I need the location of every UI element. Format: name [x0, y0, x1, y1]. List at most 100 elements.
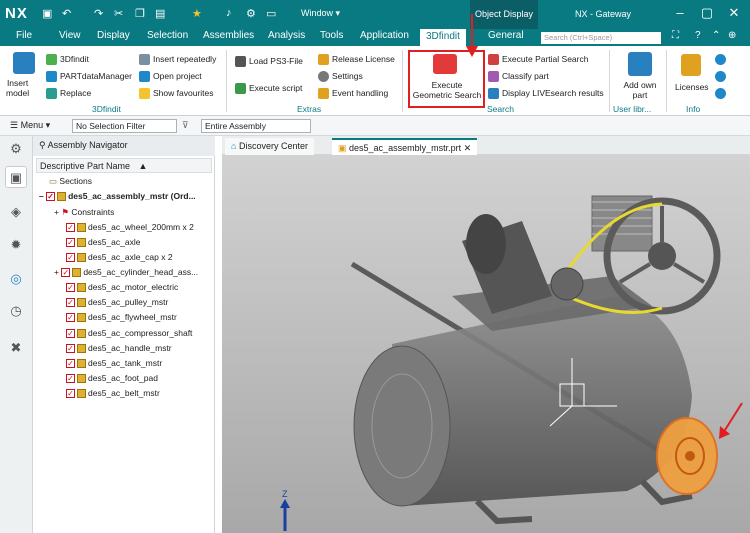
copy-icon[interactable]: ❐	[135, 7, 145, 20]
licenses-button[interactable]: Licenses	[675, 82, 709, 92]
partdatamanager-button[interactable]: PARTdataManager	[46, 71, 132, 83]
undo-icon[interactable]: ↶	[62, 7, 71, 20]
redo-icon[interactable]: ↷	[94, 7, 103, 20]
menu-button[interactable]: ☰ Menu ▾	[10, 120, 50, 131]
checkbox[interactable]: ✓	[66, 283, 75, 293]
tree-row-part[interactable]: ✓ des5_ac_pulley_mstr	[66, 297, 168, 312]
checkbox[interactable]: ✓	[66, 253, 75, 263]
info-icon[interactable]	[715, 54, 726, 65]
checkbox[interactable]: ✓	[61, 268, 71, 278]
tab-discovery-center[interactable]: ⌂ Discovery Center	[225, 138, 314, 155]
help-icon[interactable]: ?	[695, 30, 701, 41]
geometric-search-icon[interactable]	[433, 54, 457, 74]
menu-file[interactable]: File	[16, 30, 32, 41]
tab-assembly-part[interactable]: ▣ des5_ac_assembly_mstr.prt ✕	[332, 138, 478, 155]
menu-display[interactable]: Display	[97, 30, 130, 41]
classify-part-button[interactable]: Classify part	[488, 71, 549, 83]
star-icon[interactable]: ★	[192, 7, 202, 20]
checkbox[interactable]: ✓	[66, 313, 75, 323]
maximize-icon[interactable]: ▢	[697, 5, 717, 21]
threedfindit-button[interactable]: 3Dfindit	[46, 54, 89, 66]
tree-row-part[interactable]: ✓ des5_ac_tank_mstr	[66, 358, 162, 373]
tree-row-part[interactable]: ✓ des5_ac_axle_cap x 2	[66, 252, 173, 267]
execute-partial-search-button[interactable]: Execute Partial Search	[488, 54, 588, 66]
insert-repeatedly-button[interactable]: Insert repeatedly	[139, 54, 216, 66]
paste-icon[interactable]: ▤	[155, 7, 165, 20]
settings-icon[interactable]: ⚙	[246, 7, 256, 20]
constraint-navigator-icon[interactable]: ✹	[5, 234, 27, 256]
part-icon	[77, 253, 86, 263]
execute-script-button[interactable]: Execute script	[235, 83, 302, 95]
tree-row-part[interactable]: ✓ des5_ac_foot_pad	[66, 373, 158, 388]
menu-view[interactable]: View	[59, 30, 81, 41]
part-navigator-icon[interactable]: ◈	[5, 201, 27, 223]
load-ps3-button[interactable]: Load PS3-File	[235, 56, 303, 68]
menu-application[interactable]: Application	[360, 30, 409, 41]
open-project-button[interactable]: Open project	[139, 71, 202, 83]
expand-icon[interactable]: ⌃	[712, 30, 720, 41]
display-livesearch-button[interactable]: Display LIVEsearch results	[488, 88, 604, 100]
minimize-icon[interactable]: –	[670, 5, 690, 20]
replace-button[interactable]: Replace	[46, 88, 91, 100]
tree-row-part[interactable]: ✓ des5_ac_handle_mstr	[66, 343, 172, 358]
command-search-input[interactable]: Search (Ctrl+Space)	[541, 32, 661, 44]
close-icon[interactable]: ✕	[464, 143, 472, 153]
menu-assemblies[interactable]: Assemblies	[203, 30, 254, 41]
checkbox[interactable]: ✓	[66, 344, 75, 354]
add-own-part-icon[interactable]	[628, 52, 652, 76]
menu-tools[interactable]: Tools	[320, 30, 343, 41]
checkbox[interactable]: ✓	[66, 223, 75, 233]
event-handling-button[interactable]: Event handling	[318, 88, 388, 100]
insert-model-icon[interactable]	[13, 52, 35, 74]
tree-row-part[interactable]: ✓ des5_ac_compressor_shaft	[66, 328, 192, 343]
menu-3dfindit[interactable]: 3Dfindit	[420, 29, 466, 46]
selection-filter-select[interactable]: No Selection Filter	[72, 119, 177, 133]
window-menu[interactable]: Window ▾	[301, 8, 340, 19]
tree-row-part[interactable]: ✓ des5_ac_wheel_200mm x 2	[66, 222, 194, 237]
menu-general[interactable]: General	[488, 30, 524, 41]
gear-icon[interactable]: ⚙	[5, 138, 27, 160]
tree-row-part[interactable]: ✓ des5_ac_belt_mstr	[66, 388, 160, 403]
tree-row-subassembly[interactable]: + ✓ des5_ac_cylinder_head_ass...	[54, 267, 198, 282]
tree-row-part[interactable]: ✓ des5_ac_flywheel_mstr	[66, 312, 177, 327]
settings-button[interactable]: Settings	[318, 71, 363, 83]
tree-row-constraints[interactable]: + ⚑ Constraints	[54, 207, 114, 222]
tree-row-sections[interactable]: ▭ Sections	[49, 176, 92, 191]
fullscreen-icon[interactable]: ⛶	[672, 30, 679, 41]
checkbox[interactable]: ✓	[66, 238, 75, 248]
tree-row-part[interactable]: ✓ des5_ac_motor_electric	[66, 282, 178, 297]
about-icon[interactable]	[715, 88, 726, 99]
close-icon[interactable]: ✕	[724, 5, 744, 21]
release-license-button[interactable]: Release License	[318, 54, 395, 66]
history-icon[interactable]: ◷	[5, 300, 27, 322]
tree-row-part[interactable]: ✓ des5_ac_axle	[66, 237, 140, 252]
assembly-navigator-icon[interactable]: ▣	[5, 166, 27, 188]
menu-analysis[interactable]: Analysis	[268, 30, 305, 41]
siemens-icon[interactable]: ⊕	[728, 30, 736, 41]
mic-icon[interactable]: ♪	[226, 7, 232, 19]
insert-model-button[interactable]: Insert model	[6, 78, 29, 98]
web-browser-icon[interactable]: ◎	[5, 268, 27, 290]
checkbox[interactable]: ✓	[66, 329, 75, 339]
cut-icon[interactable]: ✂	[114, 7, 123, 20]
checkbox[interactable]: ✓	[46, 192, 56, 202]
scope-select[interactable]: Entire Assembly	[201, 119, 311, 133]
help-icon[interactable]	[715, 71, 726, 82]
add-own-part-button[interactable]: Add own part	[616, 80, 664, 100]
pin-icon[interactable]: ⚲	[39, 140, 46, 150]
checkbox[interactable]: ✓	[66, 298, 75, 308]
window-icon[interactable]: ▭	[266, 7, 276, 20]
tree-row-root[interactable]: – ✓ des5_ac_assembly_mstr (Ord...	[39, 191, 196, 206]
checkbox[interactable]: ✓	[66, 359, 75, 369]
graphics-window[interactable]: Z	[222, 136, 750, 533]
menu-selection[interactable]: Selection	[147, 30, 188, 41]
checkbox[interactable]: ✓	[66, 389, 75, 399]
execute-geometric-search-button[interactable]: Execute Geometric Search	[412, 80, 482, 100]
save-icon[interactable]: ▣	[42, 7, 52, 20]
column-header[interactable]: Descriptive Part Name ▲	[36, 158, 212, 173]
checkbox[interactable]: ✓	[66, 374, 75, 384]
licenses-icon[interactable]	[681, 54, 701, 76]
filter-icon[interactable]: ⊽	[182, 120, 189, 131]
show-favourites-button[interactable]: Show favourites	[139, 88, 213, 100]
tools-icon[interactable]: ✖	[5, 337, 27, 359]
